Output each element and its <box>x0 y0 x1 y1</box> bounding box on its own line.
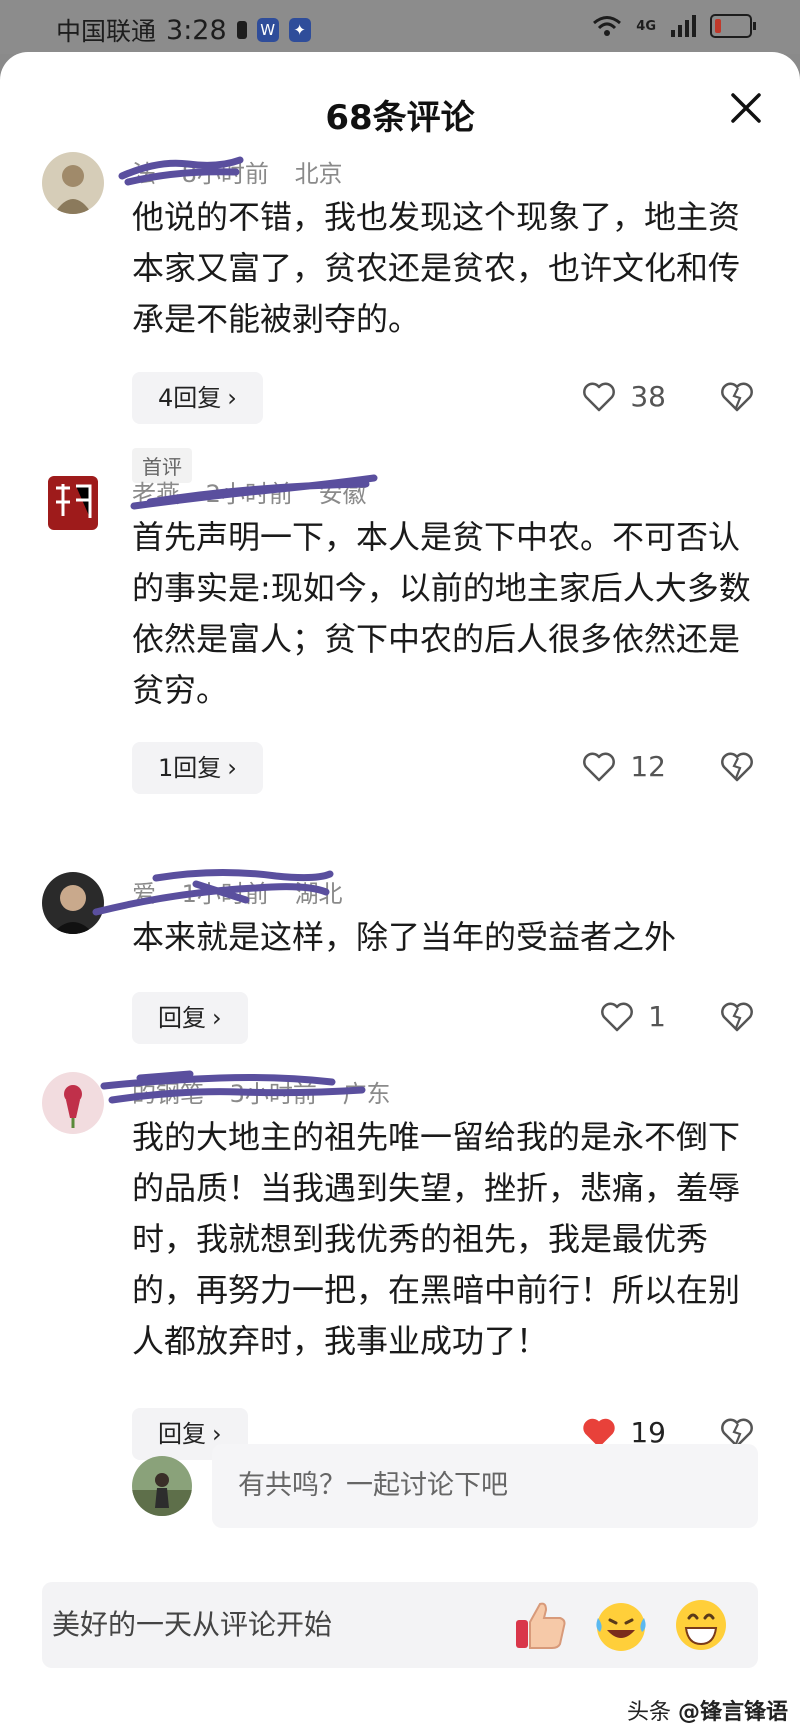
comment-meta: 老燕 2小时前 安徽 <box>132 474 385 509</box>
chevron-right-icon: › <box>227 384 237 412</box>
reply-button[interactable]: 回复 › <box>132 992 248 1044</box>
wifi-icon <box>593 16 622 36</box>
status-left: 中国联通 3:28 W ✦ <box>56 12 311 48</box>
comment-meta: 爱 1小时前 湖北 <box>132 874 361 909</box>
chevron-right-icon: › <box>227 754 237 782</box>
status-bar: 中国联通 3:28 W ✦ 4G <box>0 0 800 54</box>
broken-heart-icon[interactable] <box>720 382 754 412</box>
username[interactable]: 的钢笔 <box>132 1080 204 1108</box>
like-count: 12 <box>630 750 666 783</box>
comment-text: 我的大地主的祖先唯一留给我的是永不倒下的品质！当我遇到失望，挫折，悲痛，羞辱时，… <box>132 1118 741 1360</box>
avatar[interactable] <box>42 472 104 534</box>
thumbs-up-emoji-icon[interactable] <box>510 1594 572 1656</box>
app-w-icon: W <box>256 18 279 42</box>
status-time: 3:28 <box>166 14 227 46</box>
watermark: 头条 @锋言锋语 <box>627 1694 788 1726</box>
location: 湖北 <box>294 880 343 908</box>
laughing-crying-emoji-icon[interactable] <box>590 1594 652 1656</box>
network-type: 4G <box>636 18 656 34</box>
broken-heart-icon[interactable] <box>720 1002 754 1032</box>
comment-text: 他说的不错，我也发现这个现象了，地主资本家又富了，贫农还是贫农，也许文化和传承是… <box>132 198 741 338</box>
close-icon[interactable] <box>728 90 764 126</box>
like-count: 38 <box>630 380 666 413</box>
avatar[interactable] <box>42 1072 104 1134</box>
username[interactable]: 老燕 <box>132 480 180 508</box>
time-ago: 3小时前 <box>229 1080 317 1108</box>
bottom-comment-bar: 美好的一天从评论开始 <box>42 1582 758 1668</box>
reply-label: 回复 <box>158 1004 206 1032</box>
reply-input-row: 有共鸣？一起讨论下吧 <box>0 1444 800 1534</box>
username[interactable]: 爱 <box>132 880 156 908</box>
watermark-prefix: 头条 <box>626 1700 671 1725</box>
like-button[interactable]: 38 <box>582 380 666 413</box>
chevron-right-icon: › <box>212 1004 222 1032</box>
comment-meta: 法 8小时前 北京 <box>132 154 361 189</box>
reply-input[interactable]: 有共鸣？一起讨论下吧 <box>212 1444 758 1528</box>
watermark-author: @锋言锋语 <box>677 1700 788 1725</box>
bulb-icon: ✦ <box>288 18 311 42</box>
like-count: 1 <box>648 1000 666 1033</box>
avatar[interactable] <box>42 872 104 934</box>
location: 安徽 <box>318 480 367 508</box>
signal-icon <box>671 15 696 37</box>
reply-label: 1回复 <box>158 754 222 782</box>
time-ago: 2小时前 <box>205 480 293 508</box>
comment-input[interactable]: 美好的一天从评论开始 <box>52 1582 332 1668</box>
broken-heart-icon[interactable] <box>720 752 754 782</box>
heart-outline-icon <box>583 752 616 781</box>
username[interactable]: 法 <box>132 160 156 188</box>
status-right: 4G <box>592 14 756 38</box>
time-ago: 8小时前 <box>181 160 269 188</box>
reply-count-button[interactable]: 4回复 › <box>132 372 263 424</box>
like-button[interactable]: 1 <box>600 1000 666 1033</box>
comment-meta: 的钢笔 3小时前 广东 <box>132 1074 409 1109</box>
reply-label: 4回复 <box>158 384 222 412</box>
heart-outline-icon <box>583 382 616 411</box>
comment-text: 本来就是这样，除了当年的受益者之外 <box>132 918 677 956</box>
lock-icon <box>236 21 247 39</box>
location: 北京 <box>294 160 343 188</box>
grinning-emoji-icon[interactable] <box>670 1594 732 1656</box>
heart-outline-icon <box>601 1002 634 1031</box>
my-avatar <box>132 1456 192 1516</box>
carrier-label: 中国联通 <box>56 17 157 46</box>
sheet-title: 68条评论 <box>325 98 475 138</box>
time-ago: 1小时前 <box>181 880 269 908</box>
heart-filled-icon <box>583 1418 616 1447</box>
like-button[interactable]: 12 <box>582 750 666 783</box>
avatar[interactable] <box>42 152 104 214</box>
reply-count-button[interactable]: 1回复 › <box>132 742 263 794</box>
battery-icon <box>710 14 756 38</box>
comment-text: 首先声明一下，本人是贫下中农。不可否认的事实是:现如今，以前的地主家后人大多数依… <box>132 518 751 709</box>
location: 广东 <box>342 1080 391 1108</box>
